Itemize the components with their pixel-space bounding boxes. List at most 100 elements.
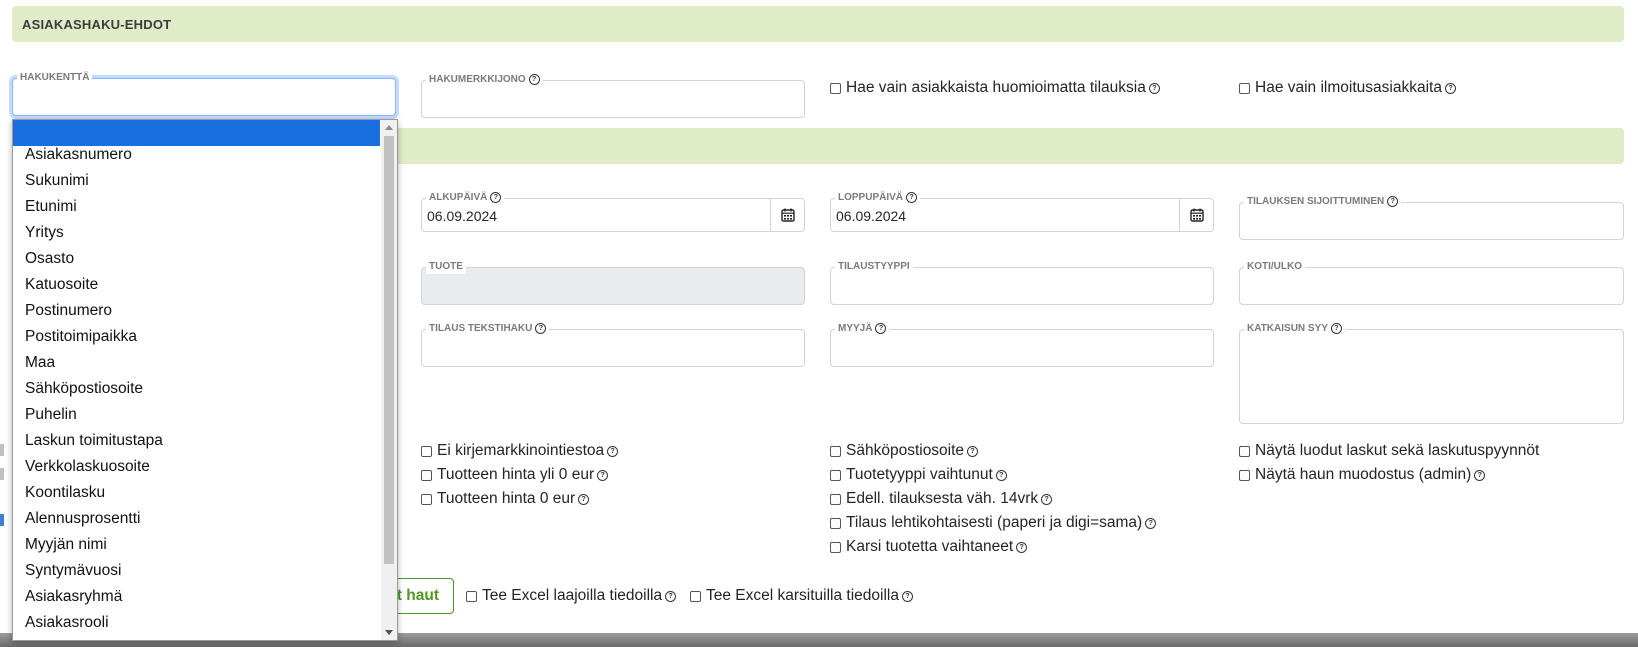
dropdown-option[interactable]: Postitoimipaikka (13, 324, 380, 350)
checkbox[interactable] (830, 445, 841, 457)
hidden-checkbox-edge (0, 444, 4, 456)
hakumerkkijono-input[interactable]: HAKUMERKKIJONO? (421, 73, 805, 118)
calendar-icon[interactable] (1179, 199, 1213, 231)
hakukentta-dropdown-list[interactable]: Asiakasnumero Sukunimi Etunimi Yritys Os… (12, 119, 398, 641)
loppupaiva-label-wrap: LOPPUPÄIVÄ? (835, 191, 921, 205)
checkbox-row-karsi-tuotetta[interactable]: Karsi tuotetta vaihtaneet ? (830, 538, 1028, 556)
checkbox-row-excel-laaja[interactable]: Tee Excel laajoilla tiedoilla ? (466, 587, 677, 605)
checkbox-row-kirjemarkkinointi[interactable]: Ei kirjemarkkinointiestoa ? (421, 442, 619, 460)
help-icon[interactable]: ? (1148, 82, 1160, 94)
help-icon[interactable]: ? (995, 469, 1007, 481)
dropdown-option[interactable]: Postinumero (13, 298, 380, 324)
checkbox-label: Tuotteen hinta yli 0 eur (437, 466, 595, 483)
tilaus-tekstihaku-input[interactable]: TILAUS TEKSTIHAKU? (421, 322, 805, 367)
help-icon[interactable]: ? (528, 73, 540, 85)
dropdown-option[interactable]: Sukunimi (13, 168, 380, 194)
dropdown-option[interactable]: Etunimi (13, 194, 380, 220)
checkbox-label: Tee Excel karsituilla tiedoilla (706, 587, 899, 604)
tilauksen-sijoittuminen-select[interactable]: TILAUKSEN SIJOITTUMINEN? (1239, 195, 1624, 240)
checkbox[interactable] (1239, 469, 1250, 481)
help-icon[interactable]: ? (967, 445, 979, 457)
checkbox[interactable] (421, 493, 432, 505)
dropdown-option[interactable]: Asiakasryhmä (13, 584, 380, 610)
checkbox[interactable] (830, 82, 841, 94)
help-icon[interactable]: ? (607, 445, 619, 457)
dropdown-option[interactable]: Syntymävuosi (13, 558, 380, 584)
checkbox[interactable] (421, 469, 432, 481)
dropdown-option[interactable]: Koontilasku (13, 480, 380, 506)
checkbox[interactable] (421, 445, 432, 457)
checkbox[interactable] (1239, 82, 1250, 94)
loppupaiva-input[interactable]: LOPPUPÄIVÄ? 06.09.2024 (830, 191, 1214, 232)
dropdown-option[interactable]: Myyjän nimi (13, 532, 380, 558)
checkbox-row-hinta-yli-0[interactable]: Tuotteen hinta yli 0 eur ? (421, 466, 609, 484)
checkbox-row-ilmoitusasiakkaita[interactable]: Hae vain ilmoitusasiakkaita ? (1239, 79, 1456, 97)
checkbox[interactable] (830, 493, 841, 505)
dropdown-option[interactable]: Asiakasrooli (13, 610, 380, 636)
loppupaiva-value: 06.09.2024 (836, 208, 907, 224)
checkbox-row-lehtikohtaisesti[interactable]: Tilaus lehtikohtaisesti (paperi ja digi=… (830, 514, 1157, 532)
help-icon[interactable]: ? (535, 322, 547, 334)
checkbox-row-edell-tilauksesta[interactable]: Edell. tilauksesta väh. 14vrk ? (830, 490, 1053, 508)
checkbox-label: Tuotetyyppi vaihtunut (846, 466, 993, 483)
hakukentta-label: HAKUKENTTÄ (17, 71, 93, 85)
checkbox-row-excel-karsittu[interactable]: Tee Excel karsituilla tiedoilla ? (690, 587, 913, 605)
checkbox-row-huomioimatta[interactable]: Hae vain asiakkaista huomioimatta tilauk… (830, 79, 1160, 97)
scrollbar-thumb[interactable] (384, 136, 394, 564)
katkaisun-syy-label: KATKAISUN SYY (1247, 323, 1328, 334)
scroll-down-arrow-icon[interactable] (385, 630, 393, 635)
checkbox-row-tuotetyyppi[interactable]: Tuotetyyppi vaihtunut ? (830, 466, 1007, 484)
alkupaiva-input[interactable]: ALKUPÄIVÄ? 06.09.2024 (421, 191, 805, 232)
dropdown-option[interactable]: Asiakasnumero (13, 142, 380, 168)
checkbox-label: Karsi tuotetta vaihtaneet (846, 538, 1014, 555)
help-icon[interactable]: ? (1041, 493, 1053, 505)
dropdown-option[interactable]: Alennusprosentti (13, 506, 380, 532)
katkaisun-syy-select[interactable]: KATKAISUN SYY? (1239, 322, 1624, 424)
dropdown-option[interactable]: Laskun toimitustapa (13, 428, 380, 454)
dropdown-option[interactable]: Katuosoite (13, 272, 380, 298)
checkbox-row-nayta-laskut[interactable]: Näytä luodut laskut sekä laskutuspyynnöt (1239, 442, 1539, 460)
checkbox[interactable] (830, 469, 841, 481)
dropdown-option[interactable]: Puhelin (13, 402, 380, 428)
help-icon[interactable]: ? (490, 191, 502, 203)
help-icon[interactable]: ? (1444, 82, 1456, 94)
katkaisun-syy-label-wrap: KATKAISUN SYY? (1244, 322, 1345, 336)
dropdown-option[interactable]: Maa (13, 350, 380, 376)
checkbox[interactable] (830, 517, 841, 529)
help-icon[interactable]: ? (578, 493, 590, 505)
checkbox[interactable] (1239, 445, 1250, 457)
help-icon[interactable]: ? (1387, 195, 1399, 207)
checkbox-row-sahkopostiosoite[interactable]: Sähköpostiosoite ? (830, 442, 979, 460)
checkbox-row-haun-muodostus[interactable]: Näytä haun muodostus (admin) ? (1239, 466, 1486, 484)
dropdown-option[interactable]: Verkkolaskuosoite (13, 454, 380, 480)
checkbox-label: Tee Excel laajoilla tiedoilla (482, 587, 663, 604)
tilaus-tekstihaku-label: TILAUS TEKSTIHAKU (429, 323, 533, 334)
help-icon[interactable]: ? (1145, 517, 1157, 529)
checkbox[interactable] (466, 590, 477, 602)
help-icon[interactable]: ? (597, 469, 609, 481)
tilaustyyppi-select[interactable]: TILAUSTYYPPI (830, 260, 1214, 305)
checkbox-label: Tuotteen hinta 0 eur (437, 490, 576, 507)
tilauksen-sijoittuminen-label: TILAUKSEN SIJOITTUMINEN (1247, 196, 1385, 207)
checkbox[interactable] (690, 590, 701, 602)
dropdown-scrollbar[interactable] (381, 120, 397, 640)
dropdown-option[interactable]: Yritys (13, 220, 380, 246)
section-header-asiakashaku: ASIAKASHAKU-EHDOT (12, 6, 1624, 42)
help-icon[interactable]: ? (901, 590, 913, 602)
myyja-select[interactable]: MYYJÄ? (830, 322, 1214, 367)
help-icon[interactable]: ? (906, 191, 918, 203)
checkbox[interactable] (830, 541, 841, 553)
koti-ulko-select[interactable]: KOTI/ULKO (1239, 260, 1624, 305)
hakukentta-select[interactable]: HAKUKENTTÄ (12, 71, 396, 116)
help-icon[interactable]: ? (875, 322, 887, 334)
help-icon[interactable]: ? (1330, 322, 1342, 334)
checkbox-row-hinta-0[interactable]: Tuotteen hinta 0 eur ? (421, 490, 590, 508)
help-icon[interactable]: ? (1474, 469, 1486, 481)
dropdown-option[interactable]: Osasto (13, 246, 380, 272)
alkupaiva-label-wrap: ALKUPÄIVÄ? (426, 191, 505, 205)
help-icon[interactable]: ? (665, 590, 677, 602)
scroll-up-arrow-icon[interactable] (385, 125, 393, 130)
dropdown-option[interactable]: Sähköpostiosoite (13, 376, 380, 402)
calendar-icon[interactable] (770, 199, 804, 231)
help-icon[interactable]: ? (1016, 541, 1028, 553)
